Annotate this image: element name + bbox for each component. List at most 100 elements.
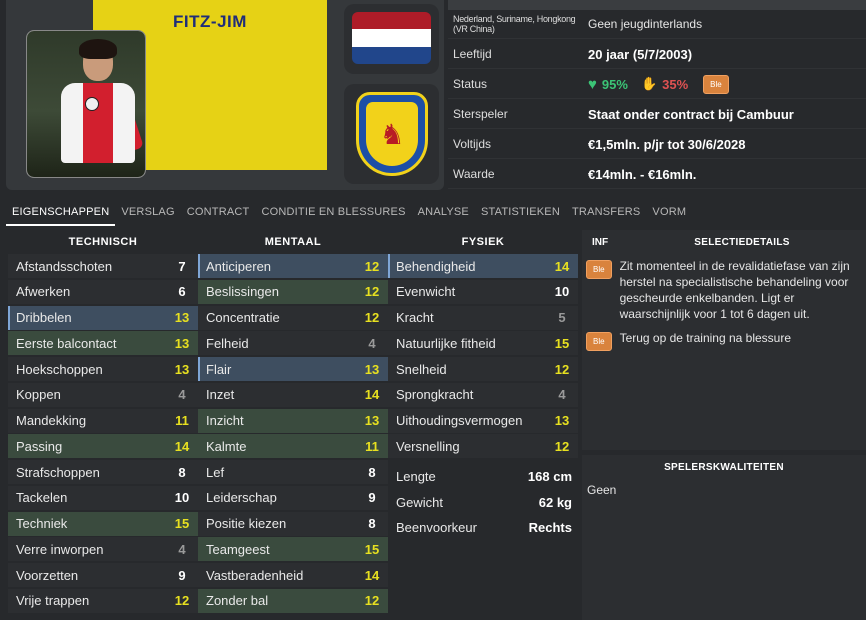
nationality-flag-panel[interactable] — [344, 4, 439, 74]
mental-column: MENTAAL Anticiperen 12 Beslissingen 12 Conce… — [198, 230, 388, 615]
selection-note: Ble Terug op de training na blessure — [582, 326, 866, 355]
status-label: Status — [453, 77, 488, 91]
technical-attr-name: Verre inworpen — [16, 541, 104, 557]
physical-attr-value: 5 — [558, 310, 566, 325]
technical-attr-row[interactable]: Verre inworpen 4 — [8, 537, 198, 562]
physical-attr-row[interactable]: Snelheid 12 — [388, 357, 578, 381]
technical-attr-row[interactable]: Vrije trappen 12 — [8, 588, 198, 613]
tab-verslag[interactable]: VERSLAG — [115, 200, 180, 226]
technical-attr-row[interactable]: Mandekking 11 — [8, 408, 198, 433]
technical-attr-value: 14 — [174, 438, 190, 454]
mental-attr-name: Inzet — [206, 387, 235, 403]
mental-attr-row[interactable]: Kalmte 11 — [198, 434, 388, 459]
technical-attr-row[interactable]: Eerste balcontact 13 — [8, 331, 198, 356]
injury-badge[interactable]: Ble — [586, 260, 612, 279]
technical-attr-row[interactable]: Voorzetten 9 — [8, 563, 198, 587]
mental-attr-row[interactable]: Anticiperen 12 — [198, 254, 388, 278]
physical-attr-row[interactable]: Versnelling 12 — [388, 434, 578, 459]
physical-detail-value: Rechts — [528, 520, 572, 536]
value-label: Waarde — [453, 167, 495, 181]
mental-attr-value: 14 — [364, 567, 380, 583]
physical-attr-name: Versnelling — [396, 438, 460, 454]
tab-vorm[interactable]: VORM — [646, 200, 692, 226]
technical-attr-value: 13 — [174, 335, 190, 351]
mental-attr-name: Teamgeest — [206, 541, 270, 557]
technical-column: TECHNISCH Afstandsschoten 7 Afwerken 6 Dribb… — [8, 230, 198, 615]
club-crest-panel[interactable]: ♞ — [344, 84, 439, 184]
technical-attr-row[interactable]: Techniek 15 — [8, 511, 198, 536]
technical-attr-name: Hoekschoppen — [16, 361, 103, 377]
injury-badge[interactable]: Ble — [586, 332, 612, 351]
physical-attr-row[interactable]: Sprongkracht 4 — [388, 382, 578, 407]
tab-analyse[interactable]: ANALYSE — [412, 200, 475, 226]
star-value[interactable]: Staat onder contract bij Cambuur — [588, 107, 866, 122]
technical-attr-value: 4 — [178, 541, 186, 557]
mental-attr-value: 14 — [364, 387, 380, 403]
technical-attr-row[interactable]: Koppen 4 — [8, 382, 198, 407]
mental-attr-row[interactable]: Leiderschap 9 — [198, 485, 388, 510]
player-photo[interactable] — [26, 30, 146, 178]
physical-attr-row[interactable]: Kracht 5 — [388, 305, 578, 330]
tab-eigenschappen[interactable]: EIGENSCHAPPEN — [6, 200, 116, 226]
technical-attr-name: Koppen — [16, 387, 61, 403]
mental-attr-name: Flair — [206, 361, 232, 377]
mental-attr-row[interactable]: Vastberadenheid 14 — [198, 563, 388, 587]
selection-note: Ble Zit momenteel in de revalidatiefase v… — [582, 254, 866, 326]
technical-attr-value: 4 — [178, 387, 186, 403]
technical-attr-row[interactable]: Strafschoppen 8 — [8, 460, 198, 484]
info-row-status: Status ♥ 95% ✋ 35% Ble — [448, 70, 866, 99]
technical-attr-row[interactable]: Hoekschoppen 13 — [8, 357, 198, 381]
nationality-value: Geen jeugdinterlands — [588, 17, 703, 31]
mental-attr-row[interactable]: Zonder bal 12 — [198, 588, 388, 613]
injury-badge[interactable]: Ble — [703, 74, 729, 94]
technical-attr-row[interactable]: Tackelen 10 — [8, 485, 198, 510]
mental-attr-row[interactable]: Lef 8 — [198, 460, 388, 484]
profile-tabs: EIGENSCHAPPEN VERSLAG CONTRACT CONDITIE … — [6, 200, 692, 226]
info-row-value: Waarde €14mln. - €16mln. — [448, 160, 866, 189]
fitness-percent: 35% — [662, 76, 689, 92]
mental-attr-row[interactable]: Teamgeest 15 — [198, 537, 388, 562]
physical-details: Lengte 168 cm Gewicht 62 kg Beenvoorkeur Rech… — [388, 464, 578, 540]
technical-attr-name: Tackelen — [16, 490, 68, 506]
tab-contract[interactable]: CONTRACT — [181, 200, 256, 226]
status-value: ♥ 95% ✋ 35% Ble — [588, 74, 866, 94]
thumbs-down-icon: ✋ — [640, 76, 658, 91]
selection-note-text: Zit momenteel in de revalidatiefase van … — [619, 259, 850, 321]
technical-attr-row[interactable]: Afwerken 6 — [8, 279, 198, 304]
physical-detail-name: Beenvoorkeur — [396, 520, 477, 536]
mental-attr-name: Lef — [206, 464, 225, 480]
physical-detail-value: 62 kg — [538, 494, 572, 510]
tab-conditie[interactable]: CONDITIE EN BLESSURES — [255, 200, 411, 226]
mental-attr-row[interactable]: Beslissingen 12 — [198, 279, 388, 304]
mental-attr-value: 13 — [364, 361, 380, 377]
technical-attr-row[interactable]: Dribbelen 13 — [8, 305, 198, 330]
mental-attr-row[interactable]: Flair 13 — [198, 357, 388, 381]
tab-transfers[interactable]: TRANSFERS — [566, 200, 646, 226]
mental-attr-row[interactable]: Felheid 4 — [198, 331, 388, 356]
technical-title: TECHNISCH — [68, 236, 138, 248]
mental-attr-name: Vastberadenheid — [206, 567, 304, 583]
physical-attr-name: Sprongkracht — [396, 387, 474, 403]
contract-value[interactable]: €1,5mln. p/jr tot 30/6/2028 — [588, 137, 866, 152]
physical-attr-row[interactable]: Uithoudingsvermogen 13 — [388, 408, 578, 433]
physical-detail-row: Lengte 168 cm — [388, 464, 578, 488]
technical-attr-row[interactable]: Afstandsschoten 7 — [8, 254, 198, 278]
physical-detail-name: Gewicht — [396, 494, 443, 510]
star-label: Sterspeler — [453, 107, 508, 121]
tab-statistieken[interactable]: STATISTIEKEN — [475, 200, 566, 226]
physical-attr-row[interactable]: Evenwicht 10 — [388, 279, 578, 304]
selection-notes: Ble Zit momenteel in de revalidatiefase v… — [582, 254, 866, 355]
mental-attr-row[interactable]: Inzet 14 — [198, 382, 388, 407]
mental-attr-row[interactable]: Inzicht 13 — [198, 408, 388, 433]
physical-attr-row[interactable]: Natuurlijke fitheid 15 — [388, 331, 578, 356]
selection-details-header: INF SELECTIEDETAILS — [582, 230, 866, 254]
mental-attr-value: 15 — [364, 541, 380, 557]
physical-attr-row[interactable]: Behendigheid 14 — [388, 254, 578, 278]
physical-attr-name: Uithoudingsvermogen — [396, 413, 523, 428]
mental-attr-row[interactable]: Positie kiezen 8 — [198, 511, 388, 536]
info-row-nationality: Nederland, Suriname, Hongkong (VR China)… — [448, 10, 866, 39]
technical-attr-row[interactable]: Passing 14 — [8, 434, 198, 459]
mental-attr-row[interactable]: Concentratie 12 — [198, 305, 388, 330]
physical-title: FYSIEK — [461, 236, 505, 248]
technical-attr-value: 13 — [174, 361, 190, 377]
